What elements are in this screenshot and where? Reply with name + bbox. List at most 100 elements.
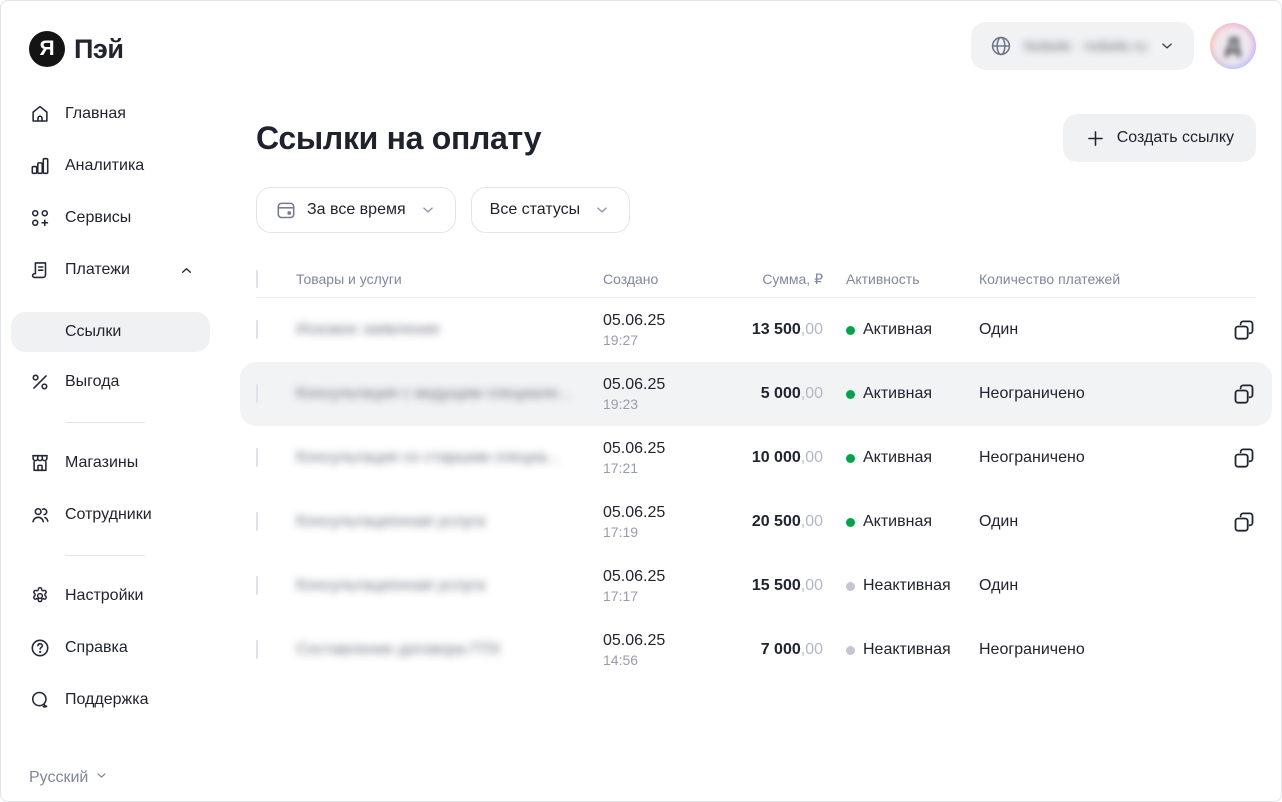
sidebar-item-home[interactable]: Главная bbox=[29, 88, 195, 140]
created-date: 05.06.25 bbox=[603, 440, 713, 458]
create-link-button[interactable]: Создать ссылку bbox=[1063, 114, 1256, 162]
chevron-down-icon bbox=[419, 201, 437, 219]
store-icon bbox=[29, 452, 51, 474]
services-icon bbox=[29, 207, 51, 229]
row-checkbox[interactable] bbox=[256, 640, 258, 659]
sidebar: Я Пэй Главная Аналитика Серв bbox=[1, 1, 221, 801]
gear-icon bbox=[29, 585, 51, 607]
sidebar-item-label: Поддержка bbox=[65, 691, 148, 709]
amount-value: 5 000 bbox=[761, 385, 801, 402]
main-content: Nobele · nobele.ru Д Ссылки на оплату Со… bbox=[221, 1, 1281, 801]
payments-count: Неограничено bbox=[979, 641, 1216, 659]
sidebar-item-links[interactable]: Ссылки bbox=[11, 312, 210, 352]
table-row[interactable]: Составление договора ГПХ 05.06.2514:56 7… bbox=[240, 618, 1272, 682]
product-name: Исковое заявление bbox=[296, 321, 603, 339]
sidebar-item-services[interactable]: Сервисы bbox=[29, 192, 195, 244]
status-label: Активная bbox=[863, 449, 932, 467]
table-row[interactable]: Консультационная услуга 05.06.2517:17 15… bbox=[240, 554, 1272, 618]
sidebar-item-label: Магазины bbox=[65, 454, 138, 472]
column-header-created: Создано bbox=[603, 271, 713, 287]
created-time: 17:19 bbox=[603, 524, 713, 540]
payments-count: Неограничено bbox=[979, 385, 1216, 403]
avatar[interactable]: Д bbox=[1210, 23, 1256, 69]
product-name: Составление договора ГПХ bbox=[296, 641, 603, 659]
table-row[interactable]: Консультация со старшим специа... 05.06.… bbox=[240, 426, 1272, 490]
table-row[interactable]: Консультация с ведущим специали... 05.06… bbox=[240, 362, 1272, 426]
sidebar-item-label: Сотрудники bbox=[65, 506, 152, 524]
sidebar-item-help[interactable]: Справка bbox=[29, 622, 195, 674]
sidebar-item-support[interactable]: Поддержка bbox=[29, 674, 195, 726]
row-checkbox[interactable] bbox=[256, 512, 258, 531]
row-checkbox[interactable] bbox=[256, 576, 258, 595]
analytics-icon bbox=[29, 155, 51, 177]
chevron-down-icon bbox=[94, 768, 109, 788]
column-header-amount: Сумма, ₽ bbox=[713, 271, 823, 288]
help-icon bbox=[29, 637, 51, 659]
avatar-letter: Д bbox=[1213, 26, 1253, 66]
amount-value: 20 500 bbox=[752, 513, 801, 530]
select-all-checkbox[interactable] bbox=[256, 270, 258, 288]
page-title: Ссылки на оплату bbox=[256, 120, 541, 157]
sidebar-item-employees[interactable]: Сотрудники bbox=[29, 489, 195, 541]
payments-count: Неограничено bbox=[979, 449, 1216, 467]
amount-value: 13 500 bbox=[752, 321, 801, 338]
sidebar-item-label: Выгода bbox=[65, 373, 119, 391]
copy-link-button[interactable] bbox=[1216, 382, 1256, 406]
payment-links-table: Товары и услуги Создано Сумма, ₽ Активно… bbox=[256, 261, 1256, 682]
chevron-up-icon bbox=[178, 262, 195, 279]
table-row[interactable]: Консультационная услуга 05.06.2517:19 20… bbox=[240, 490, 1272, 554]
sidebar-item-label: Главная bbox=[65, 105, 126, 123]
site-selector[interactable]: Nobele · nobele.ru bbox=[971, 22, 1194, 70]
sidebar-item-stores[interactable]: Магазины bbox=[29, 437, 195, 489]
product-name: Консультационная услуга bbox=[296, 577, 603, 595]
status-dot bbox=[846, 518, 855, 527]
created-time: 17:17 bbox=[603, 588, 713, 604]
logo-text: Пэй bbox=[74, 34, 123, 65]
sidebar-item-payments[interactable]: Платежи bbox=[29, 244, 195, 296]
sidebar-divider bbox=[65, 422, 145, 423]
copy-link-button[interactable] bbox=[1216, 318, 1256, 342]
period-filter-label: За все время bbox=[307, 201, 406, 219]
sidebar-item-settings[interactable]: Настройки bbox=[29, 570, 195, 622]
language-selector[interactable]: Русский bbox=[29, 768, 109, 788]
payments-count: Один bbox=[979, 577, 1216, 595]
status-filter[interactable]: Все статусы bbox=[471, 187, 631, 233]
status-dot bbox=[846, 582, 855, 591]
amount-fraction: ,00 bbox=[801, 577, 823, 594]
app-window: Я Пэй Главная Аналитика Серв bbox=[0, 0, 1282, 802]
status-label: Активная bbox=[863, 321, 932, 339]
product-name: Консультация с ведущим специали... bbox=[296, 385, 603, 403]
amount-fraction: ,00 bbox=[801, 513, 823, 530]
status-label: Неактивная bbox=[863, 577, 951, 595]
chevron-down-icon bbox=[1158, 37, 1176, 55]
status-dot bbox=[846, 454, 855, 463]
payments-count: Один bbox=[979, 321, 1216, 339]
amount-fraction: ,00 bbox=[801, 321, 823, 338]
row-checkbox[interactable] bbox=[256, 384, 258, 403]
home-icon bbox=[29, 103, 51, 125]
copy-link-button[interactable] bbox=[1216, 446, 1256, 470]
site-selector-label: Nobele · nobele.ru bbox=[1024, 38, 1147, 55]
created-time: 17:21 bbox=[603, 460, 713, 476]
copy-link-button[interactable] bbox=[1216, 510, 1256, 534]
sidebar-nav: Главная Аналитика Сервисы Платежи bbox=[29, 88, 195, 726]
column-header-activity: Активность bbox=[823, 271, 979, 287]
table-row[interactable]: Исковое заявление 05.06.2519:27 13 500,0… bbox=[240, 298, 1272, 362]
row-checkbox[interactable] bbox=[256, 448, 258, 467]
created-date: 05.06.25 bbox=[603, 568, 713, 586]
sidebar-item-analytics[interactable]: Аналитика bbox=[29, 140, 195, 192]
amount-fraction: ,00 bbox=[801, 385, 823, 402]
period-filter[interactable]: За все время bbox=[256, 187, 456, 233]
amount-value: 7 000 bbox=[761, 641, 801, 658]
created-time: 19:23 bbox=[603, 396, 713, 412]
status-label: Неактивная bbox=[863, 641, 951, 659]
row-checkbox[interactable] bbox=[256, 320, 258, 339]
sidebar-item-benefit[interactable]: Выгода bbox=[29, 356, 195, 408]
column-header-payments-count: Количество платежей bbox=[979, 271, 1216, 287]
sidebar-item-label: Справка bbox=[65, 639, 128, 657]
yandex-pay-logo[interactable]: Я Пэй bbox=[29, 29, 221, 69]
created-time: 19:27 bbox=[603, 332, 713, 348]
sidebar-item-label: Настройки bbox=[65, 587, 143, 605]
globe-icon bbox=[989, 34, 1013, 58]
status-label: Активная bbox=[863, 513, 932, 531]
